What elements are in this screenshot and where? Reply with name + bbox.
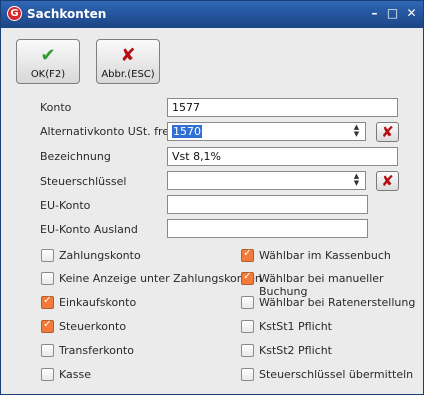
konto-label: Konto [40, 101, 72, 114]
konto-value: 1577 [172, 101, 200, 114]
steuerschluessel-uebermitteln-label: Steuerschlüssel übermitteln [259, 368, 414, 381]
spinner-icon[interactable]: ▲ ▼ [349, 173, 364, 188]
kst1-pflicht-checkbox[interactable] [241, 320, 254, 333]
konto-input[interactable]: 1577 [167, 98, 398, 117]
kst2-pflicht-checkbox[interactable] [241, 344, 254, 357]
cancel-button-label: Abbr.(ESC) [101, 69, 155, 80]
clear-steuerschluessel-button[interactable]: ✘ [376, 171, 399, 191]
kassenbuch-label: Wählbar im Kassenbuch [259, 249, 391, 262]
window-title: Sachkonten [27, 7, 107, 21]
cancel-button[interactable]: ✘ Abbr.(ESC) [96, 39, 160, 84]
eu-konto-input[interactable] [167, 195, 368, 214]
steuerschluessel-uebermitteln-checkbox[interactable] [241, 368, 254, 381]
kst1-pflicht-label: KstSt1 Pflicht [259, 320, 332, 333]
steuerschluessel-label: Steuerschlüssel [40, 175, 127, 188]
transferkonto-checkbox[interactable] [41, 344, 54, 357]
kassenbuch-checkbox[interactable] [241, 248, 254, 262]
eu-konto-label: EU-Konto [40, 199, 91, 212]
kasse-checkbox[interactable] [41, 368, 54, 381]
ok-button-label: OK(F2) [30, 69, 66, 80]
manuelle-buchung-checkbox[interactable] [241, 271, 254, 285]
clear-alternativkonto-button[interactable]: ✘ [376, 122, 399, 142]
einkaufskonto-checkbox[interactable] [41, 295, 54, 309]
minimize-icon[interactable]: – [367, 6, 382, 21]
einkaufskonto-label: Einkaufskonto [59, 296, 137, 309]
bezeichnung-value: Vst 8,1% [172, 150, 222, 163]
zahlungskonto-checkbox[interactable] [41, 249, 54, 262]
keine-anzeige-checkbox[interactable] [41, 272, 54, 285]
close-icon[interactable]: ✕ [404, 6, 419, 21]
bezeichnung-input[interactable]: Vst 8,1% [167, 147, 398, 166]
checkmark-icon: ✔ [40, 45, 56, 66]
steuerschluessel-combobox[interactable]: ▲ ▼ [167, 171, 366, 190]
app-logo-icon: G [7, 6, 22, 21]
eu-konto-ausland-label: EU-Konto Ausland [40, 223, 138, 236]
cross-icon: ✘ [120, 45, 136, 66]
keine-anzeige-label: Keine Anzeige unter Zahlungskonten [59, 272, 262, 285]
manuelle-buchung-label: Wählbar bei manueller Buchung [259, 272, 384, 298]
maximize-icon[interactable]: □ [385, 6, 400, 21]
spinner-icon[interactable]: ▲ ▼ [349, 124, 364, 139]
ok-button[interactable]: ✔ OK(F2) [16, 39, 80, 84]
kst2-pflicht-label: KstSt2 Pflicht [259, 344, 332, 357]
alternativkonto-combobox[interactable]: 1570 ▲ ▼ [167, 122, 366, 141]
steuerkonto-label: Steuerkonto [59, 320, 127, 333]
sachkonten-window: G Sachkonten – □ ✕ ✔ OK(F2) ✘ Abbr.(ESC)… [0, 0, 424, 395]
delete-icon: ✘ [381, 172, 394, 190]
eu-konto-ausland-input[interactable] [167, 219, 368, 238]
delete-icon: ✘ [381, 123, 394, 141]
alternativkonto-value: 1570 [172, 125, 202, 138]
kasse-label: Kasse [59, 368, 91, 381]
ratenerstellung-checkbox[interactable] [241, 296, 254, 309]
ratenerstellung-label: Wählbar bei Ratenerstellung [259, 296, 416, 309]
transferkonto-label: Transferkonto [59, 344, 134, 357]
alternativkonto-label: Alternativkonto USt. frei [40, 125, 173, 138]
title-bar[interactable]: G Sachkonten – □ ✕ [1, 1, 423, 28]
zahlungskonto-label: Zahlungskonto [59, 249, 141, 262]
steuerkonto-checkbox[interactable] [41, 319, 54, 333]
bezeichnung-label: Bezeichnung [40, 150, 111, 163]
